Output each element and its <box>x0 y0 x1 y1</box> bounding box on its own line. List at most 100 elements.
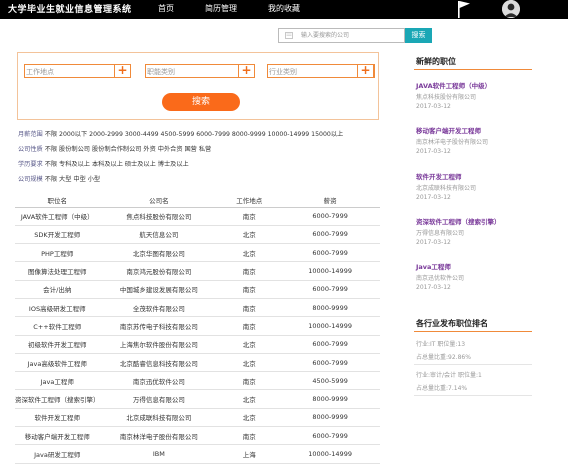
rank-divider <box>414 364 532 365</box>
salary-cell: 10000-14999 <box>280 444 380 464</box>
location-placeholder: 工作地点 <box>26 68 54 76</box>
table-row[interactable]: C++软件工程师 南京苏传电子科技有限公司 南京 10000-14999 <box>15 316 380 336</box>
nav-favorites[interactable]: 我的收藏 <box>268 3 300 14</box>
job-name-cell[interactable]: SDK开发工程师 <box>15 225 100 245</box>
company-name-cell[interactable]: 万得信息有限公司 <box>99 389 219 409</box>
company-name-cell[interactable]: 北京酷睿信息科技有限公司 <box>99 353 219 373</box>
flag-icon[interactable] <box>457 0 471 18</box>
job-title-link[interactable]: 软件开发工程师 <box>416 171 476 181</box>
fresh-job-item[interactable]: 软件开发工程师 北京成联科技有限公司 2017-03-12 <box>416 171 476 201</box>
table-row[interactable]: Java高级软件工程师 北京酷睿信息科技有限公司 北京 6000-7999 <box>15 353 380 373</box>
salary-cell: 8000-9999 <box>280 408 380 428</box>
condition-options[interactable]: 不限 2000以下 2000-2999 3000-4499 4500-5999 … <box>45 131 344 138</box>
table-row[interactable]: IOS高级研发工程师 全茂软件有限公司 南京 8000-9999 <box>15 298 380 318</box>
category-placeholder: 职能类别 <box>147 68 175 76</box>
condition-options[interactable]: 不限 股份制公司 股份制合作制公司 外资 中外合资 国营 私营 <box>45 146 212 153</box>
condition-options[interactable]: 不限 大型 中型 小型 <box>45 176 100 183</box>
company-name-cell[interactable]: 南京苏传电子科技有限公司 <box>99 316 219 336</box>
job-name-cell[interactable]: 会计/出纳 <box>15 280 100 299</box>
fresh-job-item[interactable]: 资深软件工程师（搜索引擎） 万得信息有限公司 2017-03-12 <box>416 216 501 246</box>
job-company: 南京迅优软件公司 <box>416 275 465 282</box>
table-row[interactable]: SDK开发工程师 航天信息公司 北京 6000-7999 <box>15 225 380 245</box>
company-size-condition-row: 公司规模 不限 大型 中型 小型 <box>18 174 100 183</box>
company-name-cell[interactable]: 北京华图有限公司 <box>99 243 219 263</box>
table-row[interactable]: 初级软件开发工程师 上海焦尔软件股份有限公司 北京 6000-7999 <box>15 335 380 354</box>
nav-home[interactable]: 首页 <box>158 3 174 14</box>
company-name-cell[interactable]: 南京鸿元股份有限公司 <box>99 261 219 281</box>
company-name-cell[interactable]: IBM <box>99 444 219 464</box>
job-date: 2017-03-12 <box>416 239 451 246</box>
user-avatar-icon[interactable] <box>502 0 520 18</box>
job-name-cell[interactable]: PHP工程师 <box>15 243 100 263</box>
salary-cell: 6000-7999 <box>280 353 380 373</box>
job-name-cell[interactable]: C++软件工程师 <box>15 316 100 336</box>
table-row[interactable]: PHP工程师 北京华图有限公司 北京 6000-7999 <box>15 243 380 263</box>
rank-line: 占总量比重:7.14% <box>416 385 468 392</box>
education-condition-row: 学历要求 不限 专科及以上 本科及以上 硕士及以上 博士及以上 <box>18 159 189 168</box>
job-name-cell[interactable]: 图像算法处理工程师 <box>15 261 100 281</box>
table-row[interactable]: Java工程师 南京迅优软件公司 南京 4500-5999 <box>15 371 380 391</box>
fresh-job-item[interactable]: JAVA软件工程师（中级） 焦点科技股份有限公司 2017-03-12 <box>416 80 491 110</box>
company-name-cell[interactable]: 焦点科技股份有限公司 <box>99 207 219 226</box>
search-placeholder: 输入要搜索的公司 <box>301 32 350 39</box>
condition-label: 月薪范围 <box>18 131 43 138</box>
company-search-input[interactable]: 输入要搜索的公司 <box>278 28 405 43</box>
job-title-link[interactable]: 移动客户端开发工程师 <box>416 125 488 135</box>
fresh-job-item[interactable]: Java工程师 南京迅优软件公司 2017-03-12 <box>416 261 464 291</box>
table-row[interactable]: 软件开发工程师 北京成联科技有限公司 北京 8000-9999 <box>15 408 380 428</box>
location-cell: 南京 <box>218 280 281 299</box>
table-row[interactable]: Java研发工程师 IBM 上海 10000-14999 <box>15 444 380 464</box>
location-cell: 南京 <box>218 298 281 318</box>
salary-cell: 6000-7999 <box>280 243 380 263</box>
company-name-cell[interactable]: 上海焦尔软件股份有限公司 <box>99 335 219 354</box>
table-row[interactable]: 资深软件工程师（搜索引擎） 万得信息有限公司 北京 8000-9999 <box>15 389 380 409</box>
job-name-cell[interactable]: IOS高级研发工程师 <box>15 298 100 318</box>
company-name-cell[interactable]: 南京迅优软件公司 <box>99 371 219 391</box>
company-name-cell[interactable]: 全茂软件有限公司 <box>99 298 219 318</box>
salary-cell: 6000-7999 <box>280 225 380 245</box>
nav-resume[interactable]: 简历管理 <box>205 3 237 14</box>
job-date: 2017-03-12 <box>416 194 451 201</box>
job-table: 职位名 公司名 工作地点 薪资 JAVA软件工程师（中级） 焦点科技股份有限公司南… <box>15 194 380 464</box>
job-name-cell[interactable]: Java工程师 <box>15 371 100 391</box>
plus-icon[interactable]: + <box>114 64 131 78</box>
salary-cell: 10000-14999 <box>280 316 380 336</box>
salary-cell: 6000-7999 <box>280 335 380 354</box>
salary-cell: 4500-5999 <box>280 371 380 391</box>
site-logo[interactable]: 大学毕业生就业信息管理系统 <box>8 2 132 15</box>
rank-divider <box>414 395 532 396</box>
table-row[interactable]: JAVA软件工程师（中级） 焦点科技股份有限公司 南京 6000-7999 <box>15 207 380 226</box>
job-name-cell[interactable]: Java研发工程师 <box>15 444 100 464</box>
job-title-link[interactable]: Java工程师 <box>416 261 464 271</box>
table-row[interactable]: 图像算法处理工程师 南京鸿元股份有限公司 南京 10000-14999 <box>15 261 380 281</box>
title-underline <box>414 69 532 70</box>
job-title-link[interactable]: 资深软件工程师（搜索引擎） <box>416 216 501 226</box>
company-name-cell[interactable]: 航天信息公司 <box>99 225 219 245</box>
job-name-cell[interactable]: 初级软件开发工程师 <box>15 335 100 354</box>
condition-options[interactable]: 不限 专科及以上 本科及以上 硕士及以上 博士及以上 <box>45 161 189 168</box>
job-name-cell[interactable]: JAVA软件工程师（中级） <box>15 207 100 226</box>
location-cell: 南京 <box>218 371 281 391</box>
location-select[interactable]: 工作地点 + <box>24 64 131 78</box>
job-name-cell[interactable]: Java高级软件工程师 <box>15 353 100 373</box>
location-cell: 北京 <box>218 225 281 245</box>
company-name-cell[interactable]: 北京成联科技有限公司 <box>99 408 219 428</box>
location-cell: 南京 <box>218 207 281 226</box>
job-title-link[interactable]: JAVA软件工程师（中级） <box>416 80 491 90</box>
plus-icon[interactable]: + <box>238 64 255 78</box>
industry-select[interactable]: 行业类别 + <box>267 64 375 78</box>
filter-search-button[interactable]: 搜索 <box>162 93 240 111</box>
table-header-row: 职位名 公司名 工作地点 薪资 <box>15 194 380 208</box>
job-name-cell[interactable]: 资深软件工程师（搜索引擎） <box>15 389 100 409</box>
search-button[interactable]: 搜索 <box>405 28 432 43</box>
job-name-cell[interactable]: 软件开发工程师 <box>15 408 100 428</box>
company-name-cell[interactable]: 南京林洋电子股份有限公司 <box>99 426 219 446</box>
industry-rank-title: 各行业发布职位排名 <box>416 319 488 328</box>
fresh-job-item[interactable]: 移动客户端开发工程师 南京林洋电子股份有限公司 2017-03-12 <box>416 125 488 155</box>
table-row[interactable]: 会计/出纳 中国城乡建设发展有限公司 南京 6000-7999 <box>15 280 380 299</box>
table-row[interactable]: 移动客户端开发工程师 南京林洋电子股份有限公司 南京 6000-7999 <box>15 426 380 446</box>
plus-icon[interactable]: + <box>357 64 374 78</box>
company-name-cell[interactable]: 中国城乡建设发展有限公司 <box>99 280 219 299</box>
job-name-cell[interactable]: 移动客户端开发工程师 <box>15 426 100 446</box>
category-select[interactable]: 职能类别 + <box>145 64 255 78</box>
